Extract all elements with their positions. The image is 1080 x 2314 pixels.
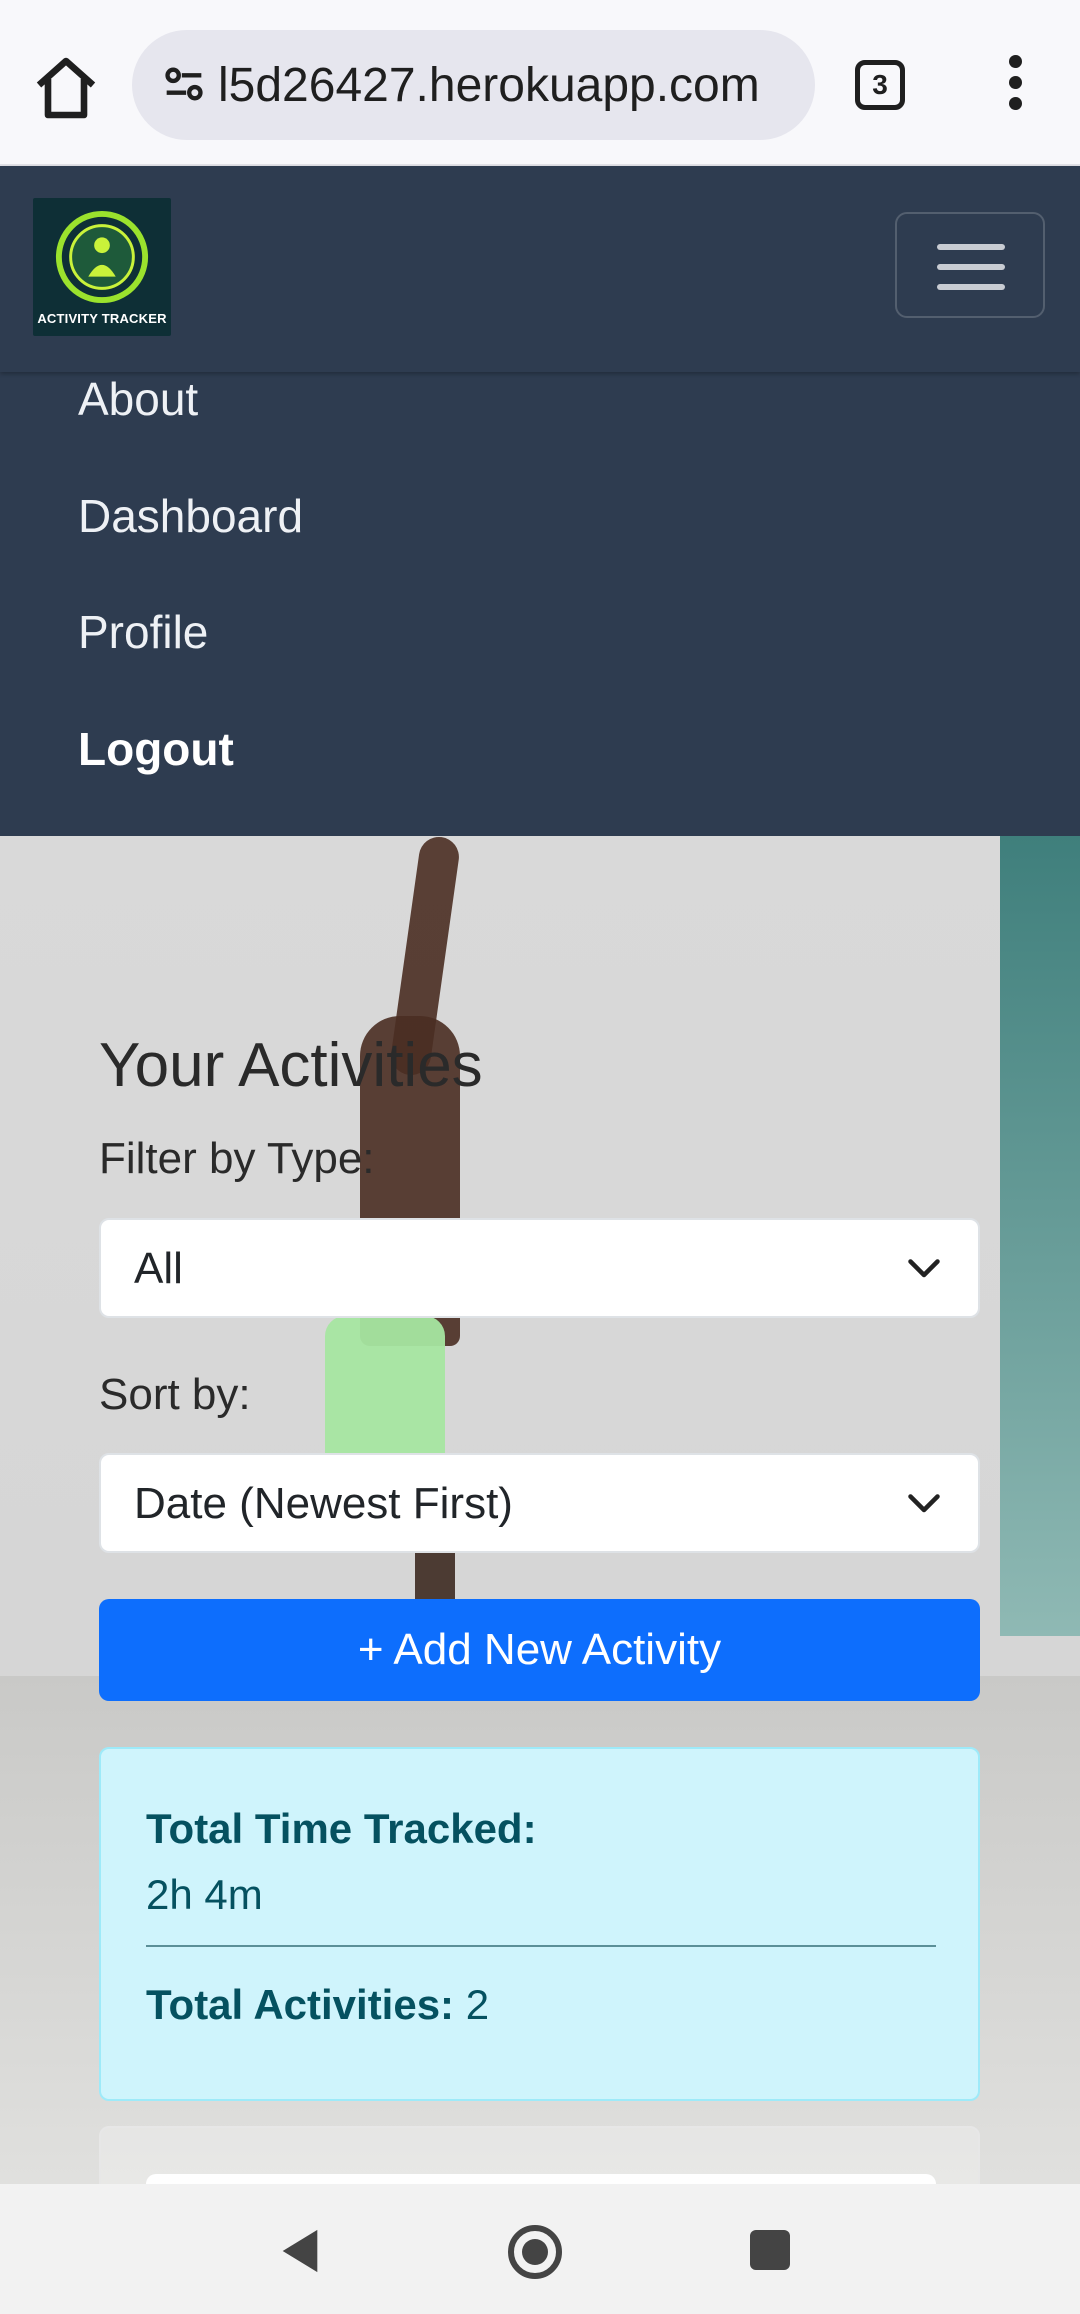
address-bar[interactable]: l5d26427.herokuapp.com <box>132 30 815 140</box>
nav-link-profile[interactable]: Profile <box>78 605 208 659</box>
back-icon[interactable] <box>278 2226 322 2276</box>
total-time-label: Total Time Tracked: <box>146 1805 537 1852</box>
add-activity-button[interactable]: + Add New Activity <box>99 1599 980 1701</box>
page-title: Your Activities <box>99 1031 483 1100</box>
navbar-header: ACTIVITY TRACKER <box>0 166 1080 372</box>
total-activities-value: 2 <box>465 1981 490 2028</box>
system-navigation-bar <box>0 2184 1080 2314</box>
stats-divider <box>146 1945 936 1947</box>
chevron-down-icon <box>908 1494 940 1513</box>
nav-link-dashboard[interactable]: Dashboard <box>78 489 303 543</box>
total-activities-line: Total Activities: 2 <box>146 1981 489 2029</box>
chevron-down-icon <box>908 1259 940 1278</box>
hamburger-icon <box>937 244 1005 250</box>
tab-switcher-button[interactable]: 3 <box>855 60 905 110</box>
nav-link-about[interactable]: About <box>78 372 198 426</box>
sort-label: Sort by: <box>99 1370 251 1419</box>
sort-select[interactable]: Date (Newest First) <box>99 1453 980 1553</box>
logo-emblem-icon <box>55 210 149 304</box>
nav-link-logout[interactable]: Logout <box>78 722 234 776</box>
home-icon[interactable] <box>30 52 102 124</box>
recent-apps-icon[interactable] <box>750 2230 790 2270</box>
navbar: ACTIVITY TRACKER About Dashboard Profile… <box>0 166 1080 836</box>
navbar-toggle-button[interactable] <box>895 212 1045 318</box>
filter-type-value: All <box>134 1244 183 1293</box>
filter-label: Filter by Type: <box>99 1134 375 1183</box>
filter-type-select[interactable]: All <box>99 1218 980 1318</box>
activity-stats-panel: Total Time Tracked: 2h 4m Total Activiti… <box>99 1747 980 2101</box>
more-options-icon[interactable] <box>1000 55 1030 115</box>
total-activities-label: Total Activities: <box>146 1981 455 2028</box>
home-circle-icon[interactable] <box>507 2224 563 2280</box>
sort-value: Date (Newest First) <box>134 1479 513 1528</box>
browser-toolbar: l5d26427.herokuapp.com 3 <box>0 0 1080 166</box>
brand-logo[interactable]: ACTIVITY TRACKER <box>33 198 171 336</box>
total-time-value: 2h 4m <box>146 1871 263 1918</box>
site-settings-icon[interactable] <box>158 58 210 110</box>
url-text: l5d26427.herokuapp.com <box>218 59 760 112</box>
logo-text: ACTIVITY TRACKER <box>37 311 167 326</box>
